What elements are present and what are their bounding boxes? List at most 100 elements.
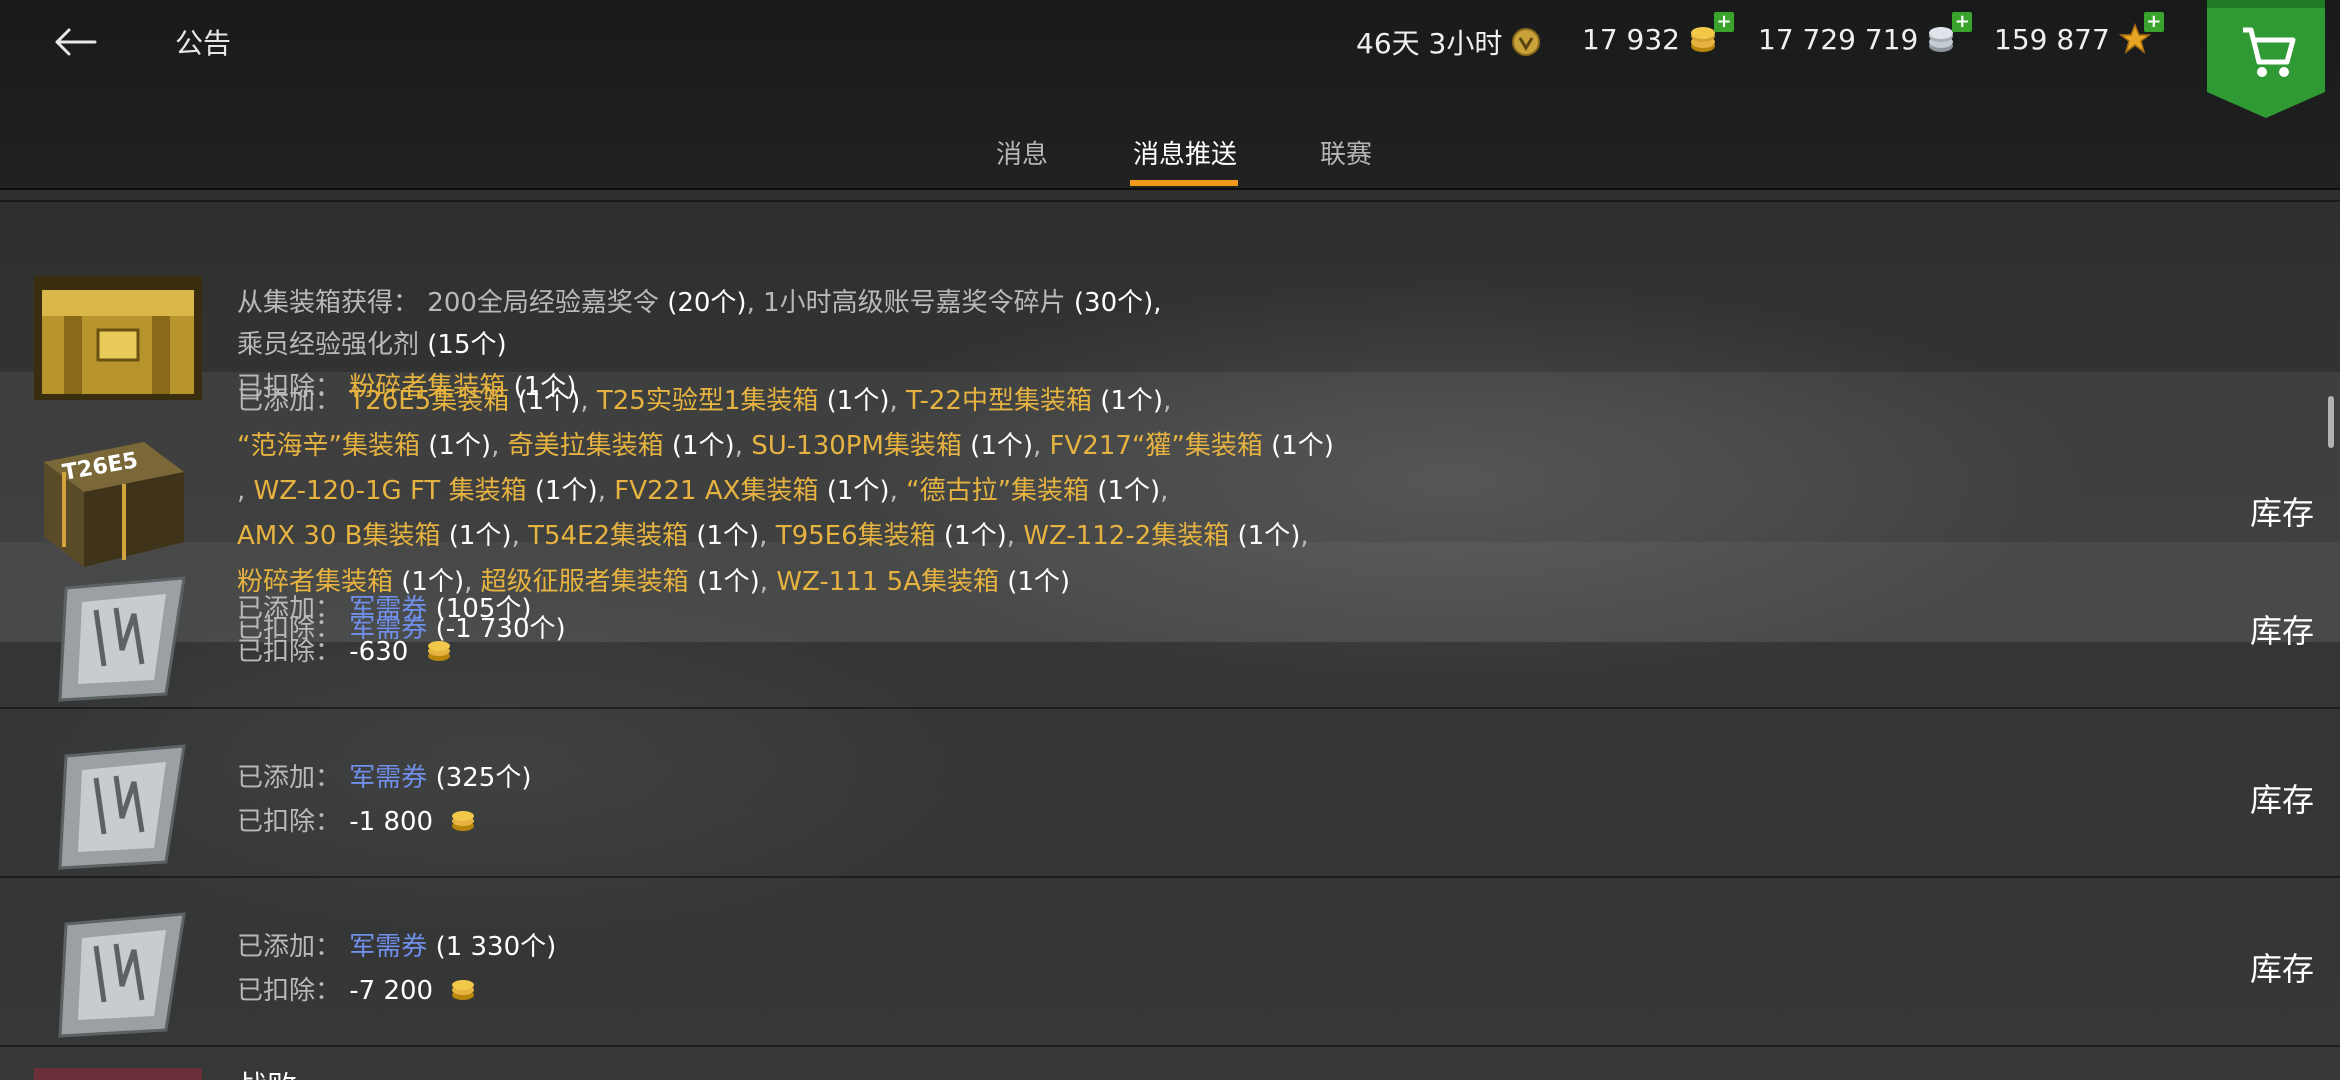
container-item[interactable]: WZ-112-2集装箱 [1023,521,1229,551]
container-item[interactable]: T-22中型集装箱 [906,386,1092,416]
gold-balance[interactable]: 17 932 + [1582,12,1734,56]
reward-qty: (30个) [1073,288,1154,318]
separator: , [491,431,500,461]
separator: , [889,476,898,506]
tab-message-push[interactable]: 消息推送 [1133,134,1237,171]
premium-time[interactable]: 46天 3小时 [1356,22,1542,62]
removed-value: -630 [349,637,409,667]
gold-value: 17 932 [1582,22,1680,56]
container-item[interactable]: AMX 30 B集装箱 [237,521,440,551]
separator: , [759,567,769,597]
inventory-button[interactable]: 库存 [2250,606,2314,652]
item-qty: (1个) [1237,521,1301,551]
free-xp-balance[interactable]: 159 877 + [1994,12,2164,56]
separator: , [511,521,520,551]
message-line: 已扣除： -630 [237,631,455,668]
item-qty: (1个) [448,521,512,551]
free-xp-value: 159 877 [1994,22,2110,56]
add-credits-icon[interactable]: + [1952,12,1973,32]
credits-balance[interactable]: 17 729 719 + [1758,12,1973,56]
container-item[interactable]: WZ-120-1G FT 集装箱 [254,476,527,506]
ticket-icon [56,742,190,872]
divider [0,707,2340,709]
add-free-xp-icon[interactable]: + [2143,12,2164,32]
removed-qty: (-1 730个) [435,614,566,644]
reward-item: 200全局经验嘉奖令 [427,288,659,318]
separator: , [1300,521,1309,551]
item-qty: (1个) [671,431,735,461]
item-qty: (1个) [970,431,1034,461]
reward-qty: (20个) [667,288,747,318]
container-item[interactable]: “范海辛”集装箱 [237,431,420,461]
message-line: 已添加： T26E5集装箱 (1个), T25实验型1集装箱 (1个), T-2… [237,380,1171,417]
separator: , [759,521,768,551]
separator: , [889,386,898,416]
added-label: 已添加： [237,763,342,793]
top-bar: 公告 46天 3小时 17 932 + 17 729 719 + 159 877… [0,0,2340,190]
item-qty: (1个) [696,521,760,551]
container-item[interactable]: 奇美拉集装箱 [508,431,664,461]
container-item[interactable]: T54E2集装箱 [528,521,688,551]
shop-button[interactable] [2207,0,2325,118]
tab-messages[interactable]: 消息 [996,134,1048,171]
container-item[interactable]: SU-130PM集装箱 [751,431,962,461]
page-title: 公告 [175,27,232,60]
gold-coins-icon [452,811,475,831]
item-qty: (1个) [943,521,1007,551]
reward-qty: (15个) [427,330,507,360]
ticket-icon [56,574,190,704]
item-qty: (1个) [826,386,890,416]
item-qty: (1个) [1097,476,1161,506]
separator: , [1153,288,1162,318]
message-line: 已添加： 军需券 (1 330个) [237,926,556,963]
message-line: 乘员经验强化剂 (15个) [237,324,507,361]
item-qty: (1个) [534,476,598,506]
removed-value: -7 200 [349,976,434,1006]
gold-coins-icon [452,980,475,1000]
t26e5-container-icon: T26E5 [34,432,194,572]
tab-league[interactable]: 联赛 [1320,134,1372,171]
separator: , [746,288,755,318]
item-qty: (1个) [1271,431,1334,461]
container-item[interactable]: WZ-111 5A集装箱 [776,567,999,597]
divider [0,876,2340,878]
message-line: AMX 30 B集装箱 (1个), T54E2集装箱 (1个), T95E6集装… [237,515,1309,552]
removed-label: 已扣除： [237,807,342,837]
container-item[interactable]: T95E6集装箱 [776,521,936,551]
added-qty: (325个) [435,763,532,793]
divider [0,1045,2340,1047]
separator: , [1033,431,1042,461]
reward-item: 乘员经验强化剂 [237,330,420,360]
container-item[interactable]: FV221 AX集装箱 [614,476,818,506]
ticket-icon [56,910,190,1040]
separator: , [734,431,743,461]
arrow-left-icon [55,28,97,56]
container-item[interactable]: “德古拉”集装箱 [906,476,1089,506]
message-line: 已添加： 军需券 (325个) [237,757,531,794]
scrollbar[interactable] [2328,396,2334,448]
golden-container-icon [34,276,202,400]
star-icon: + [2118,12,2164,56]
inventory-button[interactable]: 库存 [2250,944,2314,990]
message-line: 已扣除： -1 800 [237,801,479,838]
battle-result-title: 战败 [237,1062,297,1080]
added-label: 已添加： [237,386,342,416]
add-gold-icon[interactable]: + [1713,12,1734,32]
removed-label: 已扣除： [237,637,342,667]
separator: , [1163,386,1172,416]
message-line: “范海辛”集装箱 (1个), 奇美拉集装箱 (1个), SU-130PM集装箱 … [237,425,1334,462]
silver-coins-icon: + [1926,12,1973,56]
gold-coins-icon [427,641,450,661]
ticket-item[interactable]: 军需券 [349,763,427,793]
item-qty: (1个) [1100,386,1164,416]
container-item[interactable]: FV217“獾”集装箱 [1050,431,1263,461]
container-item[interactable]: T26E5集装箱 [349,386,509,416]
inventory-button[interactable]: 库存 [2250,775,2314,821]
ticket-item[interactable]: 军需券 [349,932,427,962]
container-item[interactable]: T25实验型1集装箱 [597,386,819,416]
inventory-button[interactable]: 库存 [2250,488,2314,534]
item-qty: (1个) [696,567,760,597]
premium-badge-icon [1512,28,1541,56]
source-label: 从集装箱获得： [237,288,420,318]
back-button[interactable] [40,12,110,72]
